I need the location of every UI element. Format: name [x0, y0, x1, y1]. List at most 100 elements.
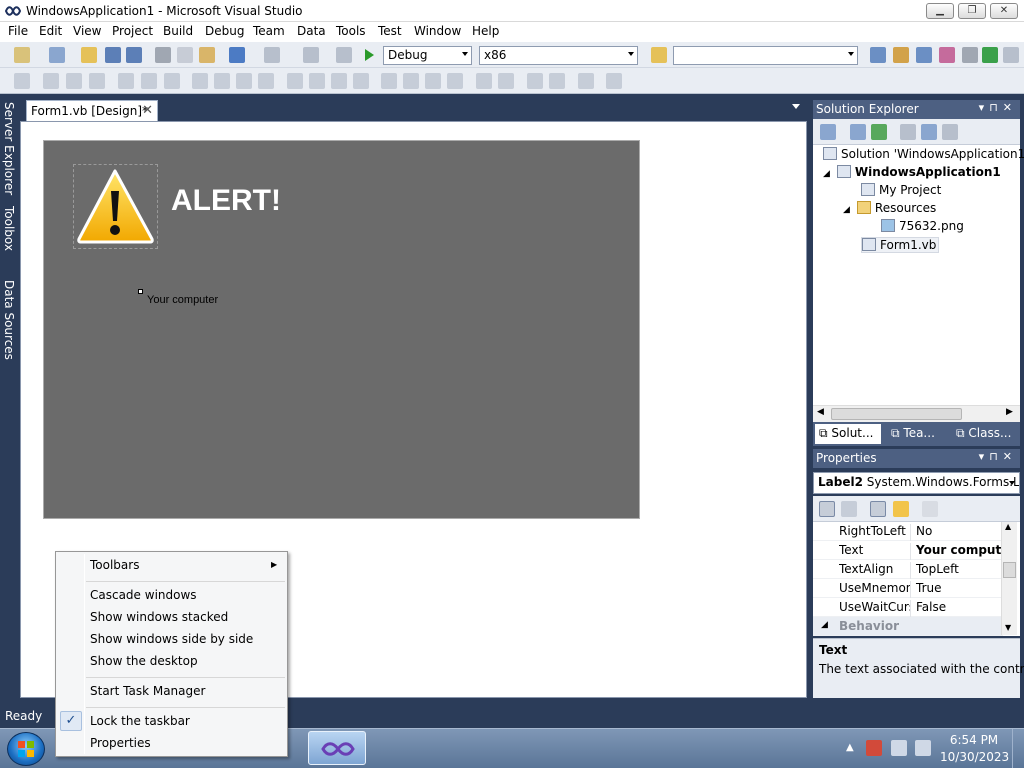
cut-icon[interactable]: [155, 47, 171, 63]
system-clock[interactable]: 6:54 PM 10/30/2023: [940, 733, 1009, 764]
solution-explorer-icon[interactable]: [870, 47, 886, 63]
scrollbar-thumb[interactable]: [831, 408, 962, 420]
undo-icon[interactable]: [229, 47, 245, 63]
close-button[interactable]: ✕: [990, 3, 1018, 19]
taskbar-visual-studio-button[interactable]: [308, 731, 366, 765]
menu-edit[interactable]: Edit: [39, 24, 62, 38]
volume-muted-icon[interactable]: [915, 740, 931, 756]
layout-options-icon[interactable]: [606, 73, 622, 89]
solution-platform-select[interactable]: x86: [479, 46, 638, 65]
scrollbar-thumb[interactable]: [1003, 562, 1016, 578]
scroll-up-icon[interactable]: ▲: [1005, 522, 1011, 531]
center-vertically-icon[interactable]: [498, 73, 514, 89]
menu-project[interactable]: Project: [112, 24, 153, 38]
collapse-icon[interactable]: ◢: [821, 620, 828, 630]
network-icon[interactable]: [891, 740, 907, 756]
solution-configuration-select[interactable]: Debug: [383, 46, 472, 65]
center-horizontally-icon[interactable]: [476, 73, 492, 89]
tree-item-project[interactable]: ◢ WindowsApplication1: [823, 165, 1001, 179]
events-icon[interactable]: [893, 501, 909, 517]
size-to-grid-icon[interactable]: [258, 73, 274, 89]
v-spacing-remove-icon[interactable]: [447, 73, 463, 89]
align-tops-icon[interactable]: [118, 73, 134, 89]
active-files-dropdown-icon[interactable]: [792, 104, 800, 109]
action-center-icon[interactable]: [866, 740, 882, 756]
object-selector[interactable]: Label2 System.Windows.Forms.La: [813, 472, 1020, 494]
align-centers-icon[interactable]: [66, 73, 82, 89]
menu-data[interactable]: Data: [297, 24, 326, 38]
h-spacing-equal-icon[interactable]: [287, 73, 303, 89]
vertical-scrollbar[interactable]: ▲ ▼: [1001, 522, 1017, 635]
maximize-button[interactable]: ❐: [958, 3, 986, 19]
menu-team[interactable]: Team: [253, 24, 285, 38]
categorized-icon[interactable]: [819, 501, 835, 517]
menu-item-show-windows-side-by-side[interactable]: Show windows side by side: [90, 632, 253, 646]
start-page-icon[interactable]: [982, 47, 998, 63]
make-same-width-icon[interactable]: [192, 73, 208, 89]
find-in-files-icon[interactable]: [651, 47, 667, 63]
menu-item-show-windows-stacked[interactable]: Show windows stacked: [90, 610, 228, 624]
data-sources-tab[interactable]: Data Sources: [2, 280, 18, 360]
property-pages-icon[interactable]: [922, 501, 938, 517]
menu-item-start-task-manager[interactable]: Start Task Manager: [90, 684, 205, 698]
minimize-button[interactable]: ▁: [926, 3, 954, 19]
align-rights-icon[interactable]: [89, 73, 105, 89]
panel-controls[interactable]: ▾⊓✕: [979, 450, 1017, 463]
scroll-down-icon[interactable]: ▼: [1005, 623, 1011, 632]
show-hidden-icons-icon[interactable]: ▲: [846, 742, 854, 753]
v-spacing-increase-icon[interactable]: [403, 73, 419, 89]
tree-item-my-project[interactable]: My Project: [861, 183, 941, 197]
horizontal-scrollbar[interactable]: ◀ ▶: [813, 405, 1020, 422]
properties-view-icon[interactable]: [870, 501, 886, 517]
show-all-files-icon[interactable]: [850, 124, 866, 140]
menu-debug[interactable]: Debug: [205, 24, 244, 38]
collapse-icon[interactable]: ◢: [843, 205, 850, 215]
align-middles-icon[interactable]: [141, 73, 157, 89]
refresh-icon[interactable]: [871, 124, 887, 140]
copy-icon[interactable]: [177, 47, 193, 63]
property-row[interactable]: TextAlign TopLeft: [813, 560, 1003, 579]
collapse-icon[interactable]: ◢: [823, 169, 830, 179]
open-file-icon[interactable]: [81, 47, 97, 63]
property-row[interactable]: RightToLeft No: [813, 522, 1003, 541]
v-spacing-equal-icon[interactable]: [381, 73, 397, 89]
navigate-forward-icon[interactable]: [336, 47, 352, 63]
navigate-icon[interactable]: [303, 47, 319, 63]
class-diagram-icon[interactable]: [942, 124, 958, 140]
menu-tools[interactable]: Tools: [336, 24, 366, 38]
tab-solution-explorer[interactable]: ⧉ Solut...: [815, 424, 881, 444]
toolbox-icon[interactable]: [939, 47, 955, 63]
property-row[interactable]: UseMnemoni True: [813, 579, 1003, 598]
close-icon[interactable]: ✕: [142, 103, 153, 118]
properties-icon[interactable]: [820, 124, 836, 140]
menu-build[interactable]: Build: [163, 24, 193, 38]
tab-order-icon[interactable]: [578, 73, 594, 89]
make-same-height-icon[interactable]: [214, 73, 230, 89]
h-spacing-increase-icon[interactable]: [309, 73, 325, 89]
find-combo[interactable]: [673, 46, 858, 65]
object-browser-icon[interactable]: [916, 47, 932, 63]
make-same-size-icon[interactable]: [236, 73, 252, 89]
scroll-left-icon[interactable]: ◀: [817, 407, 824, 417]
align-to-grid-icon[interactable]: [14, 73, 30, 89]
tab-team-explorer[interactable]: ⧉ Tea...: [887, 424, 947, 444]
server-explorer-tab[interactable]: Server Explorer: [2, 102, 18, 195]
tab-class-view[interactable]: ⧉ Class...: [952, 424, 1018, 444]
start-button[interactable]: [7, 732, 45, 766]
align-bottoms-icon[interactable]: [164, 73, 180, 89]
properties-window-icon[interactable]: [893, 47, 909, 63]
menu-help[interactable]: Help: [472, 24, 499, 38]
toolbox-tab[interactable]: Toolbox: [2, 206, 18, 251]
label2-control[interactable]: Your computer: [147, 294, 218, 306]
view-designer-icon[interactable]: [921, 124, 937, 140]
tree-item-png[interactable]: 75632.png: [881, 219, 964, 233]
menu-item-show-the-desktop[interactable]: Show the desktop: [90, 654, 198, 668]
tools-icon[interactable]: [962, 47, 978, 63]
h-spacing-remove-icon[interactable]: [353, 73, 369, 89]
new-project-icon[interactable]: [14, 47, 30, 63]
menu-item-cascade-windows[interactable]: Cascade windows: [90, 588, 197, 602]
menu-item-toolbars[interactable]: Toolbars: [90, 558, 139, 572]
save-all-icon[interactable]: [126, 47, 142, 63]
menu-window[interactable]: Window: [414, 24, 461, 38]
v-spacing-decrease-icon[interactable]: [425, 73, 441, 89]
